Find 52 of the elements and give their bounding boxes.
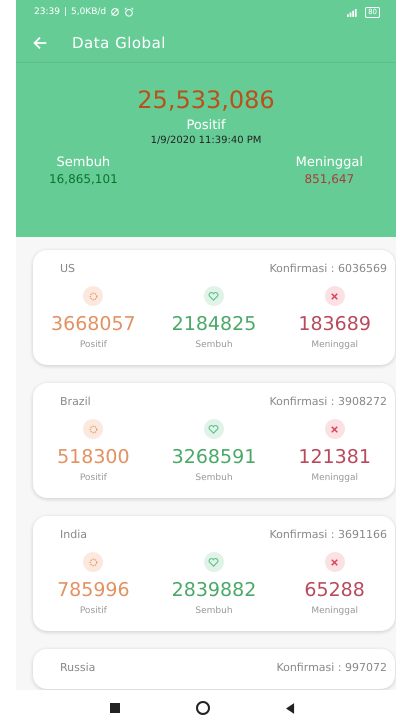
country-name: India bbox=[60, 528, 87, 542]
recovered-count: 2839882 bbox=[172, 578, 256, 603]
virus-icon bbox=[83, 286, 104, 306]
confirmed-count: Konfirmasi : 3691166 bbox=[269, 528, 387, 542]
recovered-count: 2184825 bbox=[172, 312, 256, 337]
country-name: US bbox=[60, 262, 76, 276]
network-speed: 5,0KB/d bbox=[70, 7, 106, 17]
cross-icon bbox=[324, 419, 345, 439]
toolbar-title: Data Global bbox=[72, 34, 166, 52]
recovered-label: Sembuh bbox=[195, 339, 233, 351]
confirmed-count: Konfirmasi : 997072 bbox=[276, 661, 387, 675]
no-alarm-icon bbox=[110, 7, 120, 17]
confirmed-count: Konfirmasi : 3908272 bbox=[269, 395, 387, 409]
virus-icon bbox=[83, 419, 104, 439]
positive-count: 3668057 bbox=[51, 312, 136, 337]
positive-label: Positif bbox=[80, 472, 107, 484]
alarm-icon bbox=[124, 7, 134, 17]
recents-button[interactable] bbox=[110, 703, 120, 713]
global-deaths-count: 851,647 bbox=[304, 171, 354, 187]
back-nav-button[interactable] bbox=[286, 702, 294, 714]
status-time: 23:39 bbox=[34, 7, 60, 17]
country-card[interactable]: Russia Konfirmasi : 997072 bbox=[33, 649, 395, 689]
positive-count: 518300 bbox=[57, 445, 130, 470]
update-timestamp: 1/9/2020 11:39:40 PM bbox=[150, 134, 262, 148]
positive-label: Positif bbox=[80, 339, 107, 351]
deaths-label: Meninggal bbox=[296, 154, 363, 171]
deaths-label: Meninggal bbox=[311, 339, 358, 351]
home-button[interactable] bbox=[196, 701, 210, 715]
recovered-label: Sembuh bbox=[195, 605, 233, 617]
cross-icon bbox=[324, 286, 345, 306]
global-positive-count: 25,533,086 bbox=[137, 85, 275, 115]
recovered-label: Sembuh bbox=[195, 472, 233, 484]
positive-count: 785996 bbox=[57, 578, 130, 603]
global-recovered-count: 16,865,101 bbox=[49, 171, 118, 187]
cross-icon bbox=[324, 552, 345, 572]
country-card[interactable]: US Konfirmasi : 6036569 3668057 Positif 2184825 Sembuh 183689 Meninggal bbox=[33, 250, 395, 365]
country-card[interactable]: India Konfirmasi : 3691166 785996 Positif 2839882 Sembuh 65288 Meninggal bbox=[33, 516, 395, 631]
confirmed-count: Konfirmasi : 6036569 bbox=[269, 262, 387, 276]
positive-label: Positif bbox=[80, 605, 107, 617]
recovered-count: 3268591 bbox=[172, 445, 256, 470]
country-name: Brazil bbox=[60, 395, 91, 409]
deaths-label: Meninggal bbox=[311, 472, 358, 484]
positive-label: Positif bbox=[186, 117, 226, 134]
deaths-count: 65288 bbox=[304, 578, 365, 603]
virus-icon bbox=[83, 552, 104, 572]
recovered-label: Sembuh bbox=[56, 154, 110, 171]
deaths-count: 121381 bbox=[298, 445, 371, 470]
country-name: Russia bbox=[60, 661, 96, 675]
status-separator: | bbox=[64, 7, 67, 17]
country-card[interactable]: Brazil Konfirmasi : 3908272 518300 Positif 3268591 Sembuh 121381 Meninggal bbox=[33, 383, 395, 498]
deaths-count: 183689 bbox=[298, 312, 371, 337]
deaths-label: Meninggal bbox=[311, 605, 358, 617]
